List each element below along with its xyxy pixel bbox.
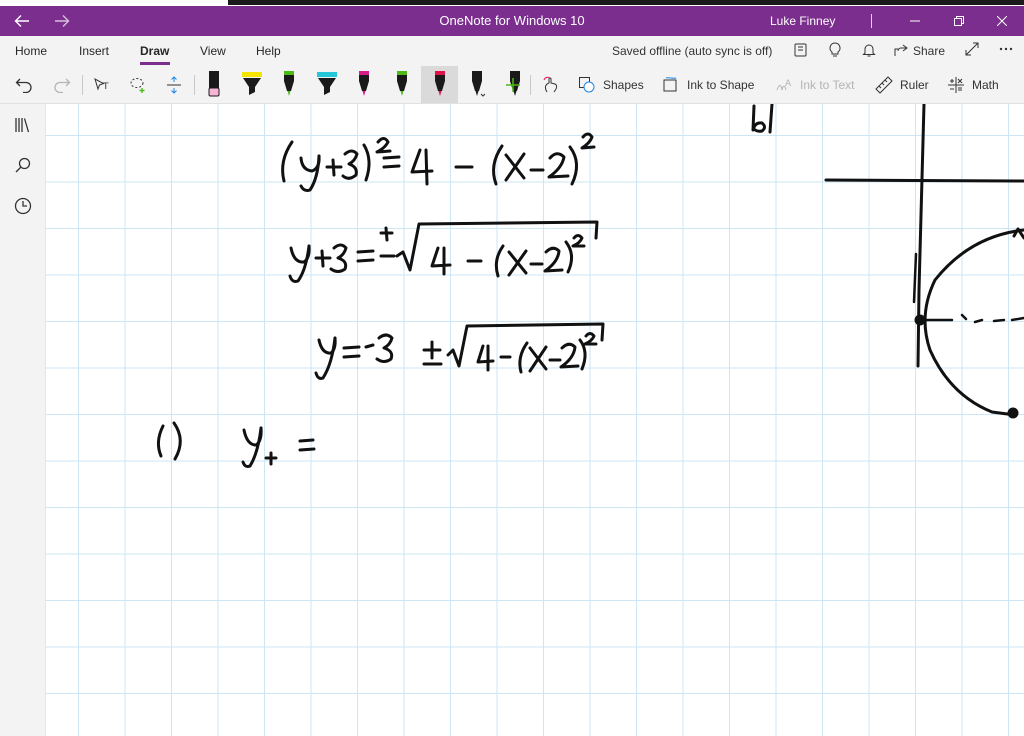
redo-icon — [54, 78, 71, 93]
restore-icon — [954, 16, 964, 26]
notifications-button[interactable] — [862, 42, 876, 62]
undo-icon — [15, 78, 32, 93]
tab-draw[interactable]: Draw — [140, 44, 169, 58]
pen-black-selected-button[interactable] — [465, 66, 489, 104]
ink-to-shape-button[interactable]: Ink to Shape — [662, 66, 754, 104]
pen-icon — [208, 71, 220, 97]
library-icon — [15, 118, 30, 133]
pen-icon — [397, 71, 407, 96]
search-icon — [15, 157, 31, 173]
pen-icon — [434, 71, 445, 96]
add-pen-button[interactable] — [500, 66, 526, 104]
notebooks-button[interactable] — [0, 108, 46, 142]
title-bar: OneNote for Windows 10 Luke Finney — [0, 6, 1024, 36]
close-button[interactable] — [979, 6, 1024, 36]
toolbar-separator — [530, 75, 531, 95]
bell-icon — [862, 44, 876, 57]
pen-icon — [472, 71, 486, 97]
share-button[interactable] — [893, 42, 909, 62]
ruler-icon — [875, 76, 893, 94]
ink-equation-line-3 — [314, 322, 605, 380]
tab-home[interactable]: Home — [15, 44, 47, 58]
highlighter-yellow-button[interactable] — [240, 66, 264, 104]
lasso-select-button[interactable] — [124, 66, 152, 104]
svg-text:T: T — [102, 82, 109, 92]
pen-black-button[interactable] — [202, 66, 226, 104]
shapes-icon — [579, 77, 595, 93]
highlighter-cyan-button[interactable] — [315, 66, 339, 104]
add-space-icon — [167, 76, 181, 94]
ink-graph-sketch — [824, 104, 1024, 417]
ink-equation-line-2 — [288, 220, 599, 283]
toolbar-separator — [82, 75, 83, 95]
pen-icon — [359, 71, 370, 96]
clock-icon — [14, 197, 32, 215]
expand-icon — [965, 42, 979, 56]
tab-insert[interactable]: Insert — [79, 44, 109, 58]
ink-to-shape-icon — [663, 77, 677, 92]
ink-part-c — [156, 421, 316, 468]
more-options-button[interactable] — [998, 40, 1014, 60]
close-icon — [997, 16, 1007, 26]
undo-button[interactable] — [10, 66, 38, 104]
ink-equation-line-1 — [281, 132, 596, 192]
pen-green-button[interactable] — [277, 66, 301, 104]
ink-graph-points — [914, 314, 1019, 419]
ink-part-b-label — [751, 104, 774, 134]
text-select-icon: T — [94, 77, 109, 92]
user-name[interactable]: Luke Finney — [770, 14, 835, 28]
active-tab-indicator — [140, 62, 170, 65]
tab-view[interactable]: View — [200, 44, 226, 58]
ink-to-text-icon: A — [776, 79, 792, 91]
recent-notes-button[interactable] — [0, 189, 46, 223]
lightbulb-icon — [829, 42, 841, 57]
side-navigation — [0, 104, 46, 736]
pen-red-button[interactable] — [428, 66, 452, 104]
fullscreen-button[interactable] — [965, 42, 979, 60]
math-button[interactable]: Math — [947, 66, 999, 104]
svg-text:A: A — [785, 79, 792, 89]
hand-draw-icon — [543, 76, 558, 93]
minimize-button[interactable] — [892, 6, 938, 36]
search-button[interactable] — [0, 148, 46, 182]
math-label: Math — [972, 78, 999, 92]
ruler-label: Ruler — [900, 78, 929, 92]
minimize-icon — [910, 20, 920, 22]
tell-me-button[interactable] — [828, 42, 842, 62]
plus-icon — [506, 78, 520, 92]
ink-to-text-button[interactable]: A Ink to Text — [775, 66, 854, 104]
ruler-button[interactable]: Ruler — [875, 66, 929, 104]
restore-button[interactable] — [936, 6, 982, 36]
highlighter-icon — [241, 72, 262, 95]
ink-to-shape-label: Ink to Shape — [687, 78, 755, 92]
toolbar-separator — [194, 75, 195, 95]
pen-icon — [284, 71, 295, 96]
note-canvas[interactable] — [46, 104, 1024, 736]
share-label[interactable]: Share — [913, 44, 945, 58]
math-icon — [948, 77, 964, 93]
pen-green-2-button[interactable] — [390, 66, 414, 104]
shapes-label: Shapes — [603, 78, 644, 92]
draw-toolbar: T Shapes Ink to Shape A Ink to Text Rule… — [0, 66, 1024, 104]
sync-status: Saved offline (auto sync is off) — [612, 44, 773, 58]
tab-help[interactable]: Help — [256, 44, 281, 58]
ellipsis-icon — [999, 47, 1013, 51]
lasso-icon — [130, 78, 145, 93]
title-separator — [871, 14, 872, 28]
ink-replay-button[interactable] — [538, 66, 564, 104]
page-sync-icon — [794, 43, 807, 57]
ink-to-text-label: Ink to Text — [800, 78, 855, 92]
share-icon — [894, 44, 908, 56]
background-window-strip — [228, 0, 1024, 5]
add-space-button[interactable] — [160, 66, 188, 104]
highlighter-icon — [316, 72, 337, 95]
pen-magenta-button[interactable] — [352, 66, 376, 104]
shapes-button[interactable]: Shapes — [578, 66, 644, 104]
notebook-sync-button[interactable] — [793, 42, 809, 62]
redo-button[interactable] — [48, 66, 76, 104]
type-select-button[interactable]: T — [88, 66, 116, 104]
handwritten-ink — [156, 104, 1024, 468]
